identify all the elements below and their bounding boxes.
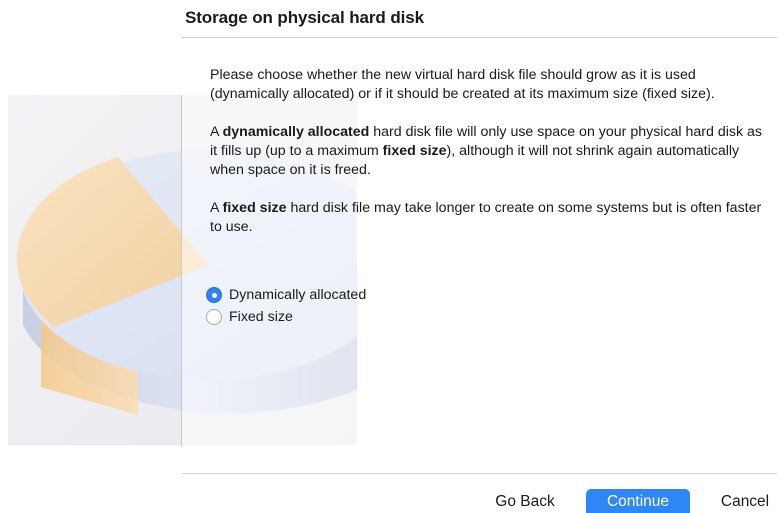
footer-divider	[182, 473, 777, 474]
go-back-button[interactable]: Go Back	[483, 489, 567, 513]
description-paragraph-1: Please choose whether the new virtual ha…	[210, 67, 715, 102]
bold-term: fixed size	[382, 143, 447, 159]
description-paragraph-2: A dynamically allocated hard disk file w…	[210, 124, 763, 178]
radio-selected-icon[interactable]	[206, 287, 222, 303]
dynamically-allocated-option[interactable]: Dynamically allocated	[206, 284, 366, 306]
cancel-button[interactable]: Cancel	[712, 489, 777, 513]
fixed-size-option[interactable]: Fixed size	[206, 306, 366, 328]
description: Please choose whether the new virtual ha…	[210, 66, 762, 256]
description-paragraph-3: A fixed size hard disk file may take lon…	[210, 200, 762, 235]
bold-term: fixed size	[222, 200, 287, 216]
fixed-size-label[interactable]: Fixed size	[229, 309, 293, 325]
storage-type-radio-group: Dynamically allocated Fixed size	[206, 284, 366, 328]
page-title: Storage on physical hard disk	[185, 8, 424, 27]
dynamically-allocated-label[interactable]: Dynamically allocated	[229, 287, 366, 303]
illustration-divider	[181, 95, 182, 447]
bold-term: dynamically allocated	[222, 124, 370, 140]
continue-button[interactable]: Continue	[586, 489, 690, 513]
header-divider	[182, 37, 777, 38]
radio-unselected-icon[interactable]	[206, 309, 222, 325]
